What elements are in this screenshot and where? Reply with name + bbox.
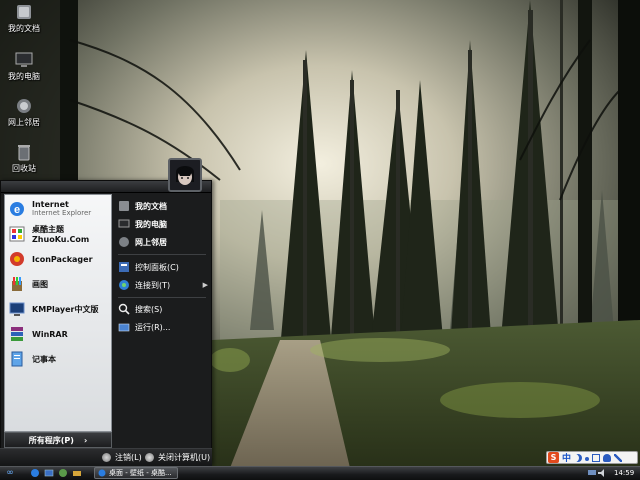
kmplayer-icon	[9, 302, 25, 316]
pinned-item-title: Internet	[32, 200, 69, 209]
quicklaunch-ie-icon[interactable]	[30, 468, 40, 478]
winrar-icon	[11, 327, 23, 341]
menu-item-label: 我的文档	[135, 201, 167, 211]
pinned-item-title: 记事本	[32, 354, 56, 364]
internet-explorer-icon: e	[10, 202, 24, 216]
user-avatar[interactable]	[168, 158, 202, 192]
zhuoku-icon	[9, 226, 25, 242]
desktop-icon-label: 网上邻居	[8, 118, 40, 127]
menu-search[interactable]: 搜索(S)	[118, 301, 212, 317]
menu-run[interactable]: 运行(R)...	[118, 319, 212, 335]
ime-mode-indicator[interactable]: 中	[562, 451, 571, 464]
control-panel-icon	[119, 262, 129, 272]
desktop-icon-label: 我的文档	[8, 24, 40, 33]
pinned-winrar[interactable]: WinRAR	[4, 323, 108, 345]
desktop-icon-my-documents[interactable]: 我的文档	[0, 0, 48, 46]
notepad-icon	[11, 351, 23, 367]
ie-window-icon	[98, 469, 106, 477]
logoff-label: 注销(L)	[115, 452, 142, 462]
folder-icon	[17, 5, 31, 19]
connect-to-icon	[119, 280, 129, 290]
paint-icon	[12, 277, 22, 291]
pinned-item-title: KMPlayer中文版	[32, 304, 99, 314]
network-places-icon	[119, 237, 129, 247]
menu-separator	[118, 297, 206, 298]
moon-icon[interactable]	[574, 454, 582, 462]
computer-icon	[118, 219, 130, 228]
documents-icon	[119, 201, 129, 211]
shutdown-button[interactable]: 关闭计算机(U)	[145, 451, 210, 463]
menu-network-places[interactable]: 网上邻居	[118, 234, 212, 250]
all-programs-label: 所有程序(P)	[28, 435, 74, 445]
menu-connect-to[interactable]: 连接到(T) ▶	[118, 277, 212, 293]
desktop-icon-label: 我的电脑	[8, 72, 40, 81]
volume-tray-icon[interactable]	[598, 469, 606, 477]
svg-text:e: e	[14, 204, 20, 216]
quicklaunch-desktop-icon[interactable]	[44, 468, 54, 478]
menu-control-panel[interactable]: 控制面板(C)	[118, 259, 212, 275]
pinned-zhuoku[interactable]: 桌酷主题ZhuoKu.Com	[4, 223, 108, 245]
menu-item-label: 我的电脑	[135, 219, 167, 229]
pinned-notepad[interactable]: 记事本	[4, 348, 108, 370]
anime-avatar-icon	[170, 160, 200, 190]
network-tray-icon[interactable]	[588, 469, 596, 477]
power-icon	[145, 452, 154, 462]
sogou-ime-toolbar[interactable]: S 中	[546, 451, 638, 464]
monitor-icon	[15, 52, 33, 67]
recycle-bin-icon	[18, 145, 30, 161]
desktop-icon-my-computer[interactable]: 我的电脑	[0, 48, 48, 94]
menu-item-label: 控制面板(C)	[135, 262, 179, 272]
iconpackager-icon	[10, 252, 24, 266]
quicklaunch-media-icon[interactable]	[58, 468, 68, 478]
desktop-icon-network[interactable]: 网上邻居	[0, 94, 48, 140]
menu-item-label: 连接到(T)	[135, 280, 171, 290]
logoff-icon	[102, 452, 111, 462]
pinned-item-title: 桌酷主题ZhuoKu.Com	[32, 225, 90, 244]
submenu-arrow-icon: ▶	[202, 281, 208, 289]
pinned-item-title: IconPackager	[32, 254, 93, 264]
pinned-item-subtitle: Internet Explorer	[32, 209, 92, 217]
arrow-right-icon: ›	[83, 435, 88, 445]
punctuation-icon[interactable]	[585, 456, 590, 461]
start-button[interactable]: ∞	[2, 467, 18, 479]
search-icon	[118, 303, 130, 315]
user-icon[interactable]	[603, 453, 612, 462]
menu-item-label: 网上邻居	[135, 237, 167, 247]
logoff-button[interactable]: 注销(L)	[102, 451, 142, 463]
menu-item-label: 搜索(S)	[135, 304, 163, 314]
pinned-kmplayer[interactable]: KMPlayer中文版	[4, 298, 108, 320]
pinned-item-title: WinRAR	[32, 329, 68, 339]
taskbar-window-title: 桌面 - 壁纸 - 桌酷...	[109, 469, 172, 477]
menu-item-label: 运行(R)...	[135, 322, 171, 332]
shutdown-label: 关闭计算机(U)	[158, 452, 211, 462]
menu-separator	[118, 254, 206, 255]
start-logo-icon: ∞	[6, 468, 14, 478]
all-programs-button[interactable]: 所有程序(P) ›	[4, 432, 112, 448]
menu-my-computer[interactable]: 我的电脑	[118, 216, 212, 232]
taskbar-clock[interactable]: 14:59	[614, 467, 634, 479]
wrench-icon[interactable]	[614, 453, 623, 462]
pinned-paint[interactable]: 画图	[4, 273, 108, 295]
run-icon	[118, 323, 130, 332]
desktop-icon-label: 回收站	[12, 164, 36, 173]
quicklaunch-folder-icon[interactable]	[72, 468, 82, 478]
taskbar-window-button[interactable]: 桌面 - 壁纸 - 桌酷...	[94, 467, 178, 479]
keyboard-icon[interactable]	[592, 453, 601, 462]
pinned-item-title: 画图	[32, 279, 48, 289]
menu-my-documents[interactable]: 我的文档	[118, 198, 212, 214]
sogou-logo-icon: S	[548, 452, 559, 463]
network-icon	[17, 99, 31, 113]
pinned-iconpackager[interactable]: IconPackager	[4, 248, 108, 270]
pinned-internet-explorer[interactable]: e Internet Internet Explorer	[4, 198, 108, 220]
